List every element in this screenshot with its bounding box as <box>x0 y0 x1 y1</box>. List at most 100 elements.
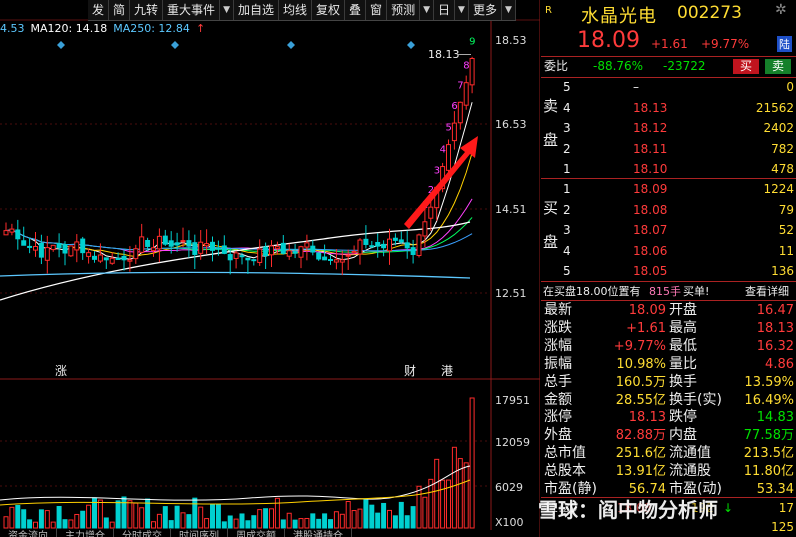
volume-bar <box>38 509 44 529</box>
candle-body <box>9 228 15 233</box>
stat-label: 最高 <box>669 319 697 336</box>
sequence-number-label: 3 <box>434 165 440 176</box>
candle-body <box>221 245 227 254</box>
volume-bar <box>375 512 381 529</box>
volume-bar <box>186 514 192 529</box>
stat-label: 总股本 <box>544 463 586 480</box>
dropdown-arrow-icon[interactable]: ▼ <box>420 0 434 20</box>
bottom-tab-3[interactable]: 时间序列 <box>171 528 228 537</box>
dropdown-arrow-icon[interactable]: ▼ <box>502 0 516 20</box>
bottom-tab-0[interactable]: 资金流向 <box>0 528 57 537</box>
toolbar-item-2[interactable]: 九转 <box>130 0 164 20</box>
toolbar-item-8[interactable]: 窗 <box>366 0 388 20</box>
bottom-tab-2[interactable]: 分时成交 <box>114 528 171 537</box>
toolbar-item-0[interactable]: 发 <box>88 0 110 20</box>
dropdown-arrow-icon[interactable]: ▼ <box>220 0 234 20</box>
stat-value: 18.09 <box>628 303 666 318</box>
peak-price-label: 18.13 <box>428 48 460 61</box>
toolbar-item-5[interactable]: 均线 <box>279 0 313 20</box>
event-marker-cai[interactable]: 财 <box>404 362 416 379</box>
stock-code: 002273 <box>677 3 742 23</box>
order-row-bid-2[interactable]: 2 18.08 79 <box>541 202 796 219</box>
event-diamond-markers <box>57 41 415 49</box>
event-marker-gang[interactable]: 港 <box>441 362 453 379</box>
volume-bar <box>68 519 74 529</box>
stat-value: 213.5亿 <box>743 446 794 462</box>
notice-detail-link[interactable]: 查看详细 <box>745 283 789 300</box>
candle-body <box>463 82 469 106</box>
kline-chart-area[interactable]: 123456789 发简九转重大事件▼加自选均线复权叠窗预测▼日▼更多▼ 4.5… <box>0 0 540 537</box>
volume-bar <box>62 519 68 529</box>
candle-body <box>375 241 381 247</box>
order-volume: 2402 <box>763 121 794 135</box>
kline-svg[interactable]: 123456789 <box>0 0 540 537</box>
stat-label: 涨幅 <box>544 337 572 354</box>
volume-bar <box>410 506 416 529</box>
volume-bar <box>422 496 428 529</box>
toolbar-item-6[interactable]: 复权 <box>312 0 346 20</box>
order-price: 18.12 <box>633 121 668 135</box>
volume-bar <box>304 517 310 529</box>
candle-body <box>428 206 434 219</box>
stat-label: 外盘 <box>544 427 572 444</box>
toolbar-item-1[interactable]: 简 <box>109 0 131 20</box>
volume-bar <box>416 485 422 529</box>
last-price: 18.09 <box>577 28 640 53</box>
volume-bar <box>192 497 198 529</box>
dropdown-arrow-icon[interactable]: ▼ <box>455 0 469 20</box>
volume-bar <box>339 513 345 529</box>
volume-bar <box>434 458 440 529</box>
volume-unit: X100 <box>495 516 524 529</box>
candle-body <box>280 242 286 254</box>
order-row-ask-3[interactable]: 3 18.12 2402 <box>541 120 796 137</box>
order-row-bid-4[interactable]: 4 18.06 11 <box>541 243 796 260</box>
order-row-ask-5[interactable]: 5 – 0 <box>541 79 796 96</box>
candle-body <box>15 229 21 240</box>
ma120-line <box>0 221 471 301</box>
order-price: 18.09 <box>633 182 668 196</box>
toolbar-item-9[interactable]: 预测 <box>387 0 421 20</box>
order-row-bid-1[interactable]: 1 18.09 1224 <box>541 181 796 198</box>
volume-bar <box>263 508 269 529</box>
order-row-ask-2[interactable]: 2 18.11 782 <box>541 141 796 158</box>
candle-body <box>33 246 38 251</box>
order-row-bid-5[interactable]: 5 18.05 136 <box>541 263 796 280</box>
order-level: 2 <box>563 141 571 156</box>
bottom-tab-1[interactable]: 主力增仓 <box>57 528 114 537</box>
volume-tick-2: 12059 <box>495 436 530 449</box>
volume-bar <box>316 518 322 529</box>
toolbar-item-10[interactable]: 日 <box>434 0 456 20</box>
volume-bar <box>463 462 469 529</box>
sequence-number-label: 8 <box>463 61 469 72</box>
buy-button[interactable]: 买 <box>733 59 759 74</box>
bottom-tab-4[interactable]: 周成交额 <box>228 528 285 537</box>
bottom-tab-strip: 资金流向 主力增仓 分时成交 时间序列 周成交额 港股通持仓 <box>0 528 491 537</box>
volume-bar <box>351 510 357 529</box>
toolbar-item-3[interactable]: 重大事件 <box>163 0 221 20</box>
volume-bar <box>322 513 328 529</box>
volume-bar <box>328 519 333 529</box>
candle-body <box>162 235 168 245</box>
event-marker-zhang[interactable]: 涨 <box>55 362 67 379</box>
settings-gear-icon[interactable]: ✲ <box>775 2 787 18</box>
order-volume: 52 <box>778 223 794 237</box>
toolbar-item-4[interactable]: 加自选 <box>234 0 279 20</box>
volume-bar <box>210 504 215 529</box>
candle-body <box>310 245 316 253</box>
order-row-bid-3[interactable]: 3 18.07 52 <box>541 222 796 239</box>
candle-body <box>245 257 251 261</box>
order-level: 4 <box>563 243 571 258</box>
order-row-ask-1[interactable]: 1 18.10 478 <box>541 161 796 178</box>
price-tick-4: 12.51 <box>495 287 527 300</box>
volume-bar <box>381 502 387 529</box>
bottom-tab-5[interactable]: 港股通持仓 <box>285 528 352 537</box>
toolbar-item-7[interactable]: 叠 <box>345 0 367 20</box>
candle-body <box>233 252 239 259</box>
sell-button[interactable]: 卖 <box>765 59 791 74</box>
candle-body <box>345 254 351 257</box>
toolbar-item-11[interactable]: 更多 <box>469 0 502 20</box>
volume-bar <box>156 513 162 529</box>
order-row-ask-4[interactable]: 4 18.13 21562 <box>541 100 796 117</box>
order-price: 18.13 <box>633 100 668 115</box>
candlesticks <box>3 56 475 276</box>
